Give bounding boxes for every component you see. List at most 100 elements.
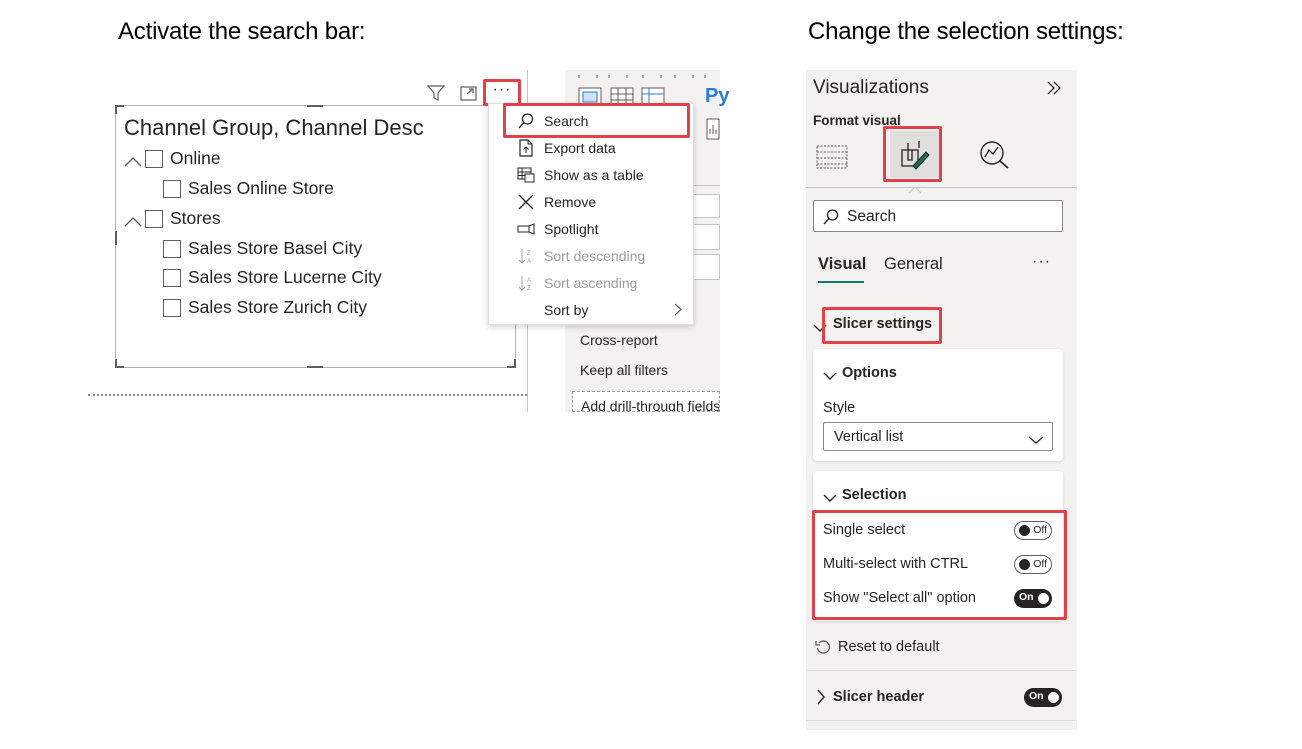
resize-handle[interactable] [115,231,117,245]
keep-filters-label: Keep all filters [580,362,668,378]
toggle-knob [1038,593,1049,604]
slicer-title: Channel Group, Channel Desc [124,115,424,140]
right-heading: Change the selection settings: [808,18,1124,45]
toggle-state: On [1029,690,1044,702]
tree-item[interactable]: Sales Store Zurich City [163,297,367,318]
tree-item-label: Online [170,148,221,168]
more-options-icon[interactable]: ··· [1032,253,1051,271]
toggle-state: On [1019,591,1034,603]
sort-desc-icon: ZA [515,246,537,266]
search-icon [822,208,840,231]
export-icon [515,138,537,158]
menu-item-label: Search [544,112,589,129]
blank-icon [515,300,537,320]
table-icon [515,165,537,185]
slicer-header-label[interactable]: Slicer header [833,689,924,705]
menu-item-show-table[interactable]: Show as a table [489,161,694,188]
select-all-label: Show "Select all" option [823,590,976,606]
menu-item-sort-by[interactable]: Sort by [489,296,694,323]
tree-item[interactable]: Sales Store Basel City [163,238,362,259]
tree-item-group[interactable]: Stores [123,208,221,229]
report-icon[interactable] [706,118,720,145]
divider [806,670,1077,671]
menu-item-search[interactable]: Search [489,107,694,134]
viz-icon-row [565,70,720,78]
menu-item-label: Sort descending [544,247,646,264]
drill-through-label: Add drill-through fields [581,398,720,412]
chevron-up-icon[interactable] [123,212,145,226]
multi-select-label: Multi-select with CTRL [823,556,969,572]
menu-item-export-data[interactable]: Export data [489,134,694,161]
canvas-boundary [88,394,527,396]
menu-item-label: Sort by [544,301,589,318]
menu-item-remove[interactable]: Remove [489,188,694,215]
context-menu: Search Export data Show as a table Remov… [488,103,694,325]
checkbox[interactable] [163,239,181,258]
menu-item-sort-descending[interactable]: ZA Sort descending [489,242,694,269]
python-visual-icon[interactable]: Py [705,85,729,108]
menu-item-sort-ascending[interactable]: AZ Sort ascending [489,269,694,296]
tree-item[interactable]: Sales Online Store [163,178,334,199]
resize-handle[interactable] [115,105,117,114]
left-heading: Activate the search bar: [118,18,366,45]
resize-handle[interactable] [115,359,117,368]
analytics-icon[interactable] [977,139,1011,174]
toggle-knob [1048,692,1059,703]
chevron-down-icon[interactable] [823,368,837,386]
checkbox[interactable] [145,149,163,168]
build-visual-icon[interactable] [816,142,848,175]
svg-text:A: A [527,259,531,264]
resize-handle[interactable] [307,105,323,107]
tree-item-group[interactable]: Online [123,148,221,169]
cross-report-label: Cross-report [580,332,658,348]
collapse-pane-icon[interactable] [1046,80,1062,101]
divider [806,720,1077,721]
drill-through-well[interactable]: Add drill-through fields [572,391,720,412]
single-select-toggle[interactable]: Off [1014,521,1052,540]
tree-item-label: Stores [170,208,221,228]
chevron-down-icon [1028,432,1044,450]
tab-general[interactable]: General [884,255,943,274]
tree-item-label: Sales Store Zurich City [188,297,367,317]
selection-title[interactable]: Selection [842,487,906,503]
svg-text:Z: Z [527,286,531,291]
tab-pointer [908,181,922,194]
tree-item-label: Sales Store Lucerne City [188,267,382,287]
resize-handle[interactable] [514,359,516,368]
chevron-right-icon[interactable] [816,689,826,710]
checkbox[interactable] [163,298,181,317]
slicer-settings-label[interactable]: Slicer settings [833,316,932,332]
multi-select-toggle[interactable]: Off [1014,555,1052,574]
chevron-down-icon[interactable] [823,490,837,508]
checkbox[interactable] [145,209,163,228]
chevron-down-icon[interactable] [813,320,827,338]
pane-subtitle: Format visual [813,113,901,128]
more-options-icon[interactable]: ··· [489,82,515,102]
checkbox[interactable] [163,179,181,198]
reset-icon[interactable] [815,639,831,660]
menu-item-spotlight[interactable]: Spotlight [489,215,694,242]
options-title[interactable]: Options [842,365,897,381]
tree-item[interactable]: Sales Store Lucerne City [163,267,382,288]
toggle-knob [1019,525,1030,536]
tree-item-label: Sales Store Basel City [188,238,363,258]
slicer-visual[interactable]: Channel Group, Channel Desc Online Sales… [115,105,516,368]
style-label: Style [823,400,856,416]
menu-item-label: Export data [544,139,616,156]
focus-mode-icon[interactable] [460,86,477,106]
reset-label[interactable]: Reset to default [838,639,940,655]
svg-text:Z: Z [527,251,531,257]
select-all-toggle[interactable]: On [1014,589,1052,608]
format-visual-icon[interactable] [899,138,931,177]
single-select-label: Single select [823,522,906,538]
resize-handle[interactable] [307,366,323,368]
sort-asc-icon: AZ [515,273,537,293]
close-icon [515,192,537,212]
search-box[interactable]: Search [813,200,1063,232]
tab-visual[interactable]: Visual [818,255,866,274]
slicer-header-toggle[interactable]: On [1024,688,1062,707]
chevron-up-icon[interactable] [123,152,145,166]
style-dropdown[interactable]: Vertical list [823,422,1053,451]
checkbox[interactable] [163,268,181,287]
filter-icon[interactable] [426,85,446,107]
